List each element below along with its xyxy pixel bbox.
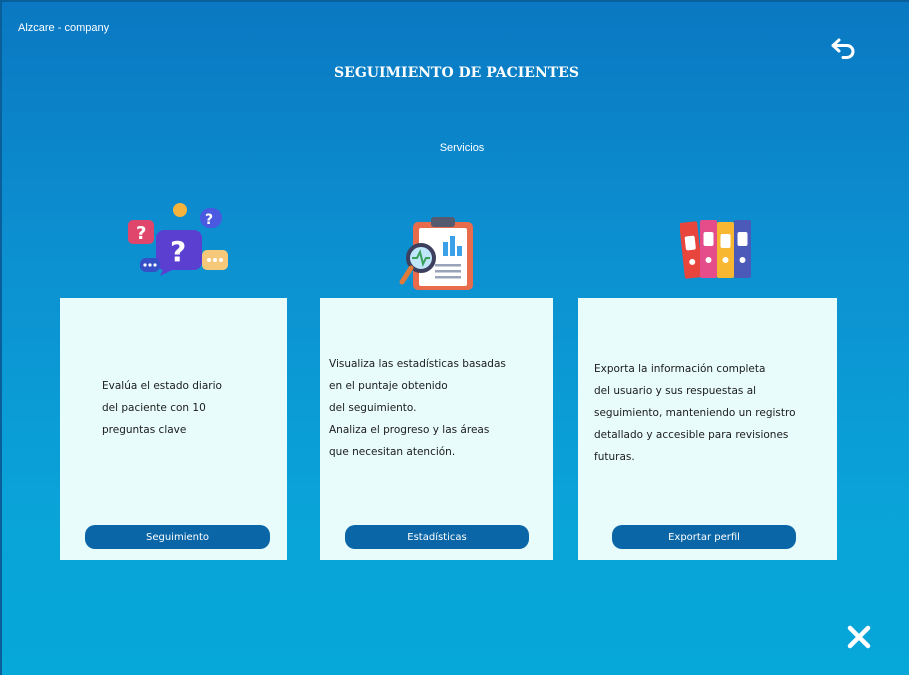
page-title: SEGUIMIENTO DE PACIENTES	[334, 65, 579, 81]
binders-icon	[680, 220, 751, 279]
card-estadisticas: Visualiza las estadísticas basadas en el…	[320, 298, 553, 560]
card-text-line: en el puntaje obtenido	[329, 380, 448, 392]
seguimiento-button[interactable]: Seguimiento	[85, 525, 270, 549]
card-description: Evalúa el estado diario del paciente con…	[102, 375, 222, 441]
card-text-line: Visualiza las estadísticas basadas	[329, 358, 506, 370]
svg-text:?: ?	[205, 212, 213, 228]
card-description: Visualiza las estadísticas basadas en el…	[329, 353, 506, 463]
card-text-line: del seguimiento.	[329, 402, 417, 414]
card-description: Exporta la información completa del usua…	[594, 358, 796, 468]
estadisticas-button[interactable]: Estadísticas	[345, 525, 529, 549]
card-text-line: del paciente con 10	[102, 402, 206, 414]
card-text-line: del usuario y sus respuestas al	[594, 385, 757, 397]
card-text-line: seguimiento, manteniendo un registro	[594, 407, 796, 419]
question-bubbles-icon: ? ? ?	[128, 203, 228, 276]
card-text-line: que necesitan atención.	[329, 446, 456, 458]
clipboard-chart-icon	[399, 217, 473, 290]
card-text-line: preguntas clave	[102, 424, 187, 436]
exportar-perfil-button[interactable]: Exportar perfil	[612, 525, 796, 549]
svg-text:?: ?	[170, 235, 186, 268]
card-text-line: detallado y accesible para revisiones	[594, 429, 789, 441]
card-seguimiento: Evalúa el estado diario del paciente con…	[60, 298, 287, 560]
card-text-line: Analiza el progreso y las áreas	[329, 424, 490, 436]
card-text-line: Evalúa el estado diario	[102, 380, 222, 392]
card-text-line: Exporta la información completa	[594, 363, 766, 375]
section-label: Servicios	[439, 142, 485, 154]
back-arrow-icon[interactable]	[830, 35, 858, 59]
app-window: Alzcare - company SEGUIMIENTO DE PACIENT…	[0, 0, 909, 675]
svg-text:?: ?	[136, 223, 146, 244]
card-text-line: futuras.	[594, 451, 635, 463]
close-icon[interactable]	[845, 623, 873, 651]
app-name: Alzcare - company	[18, 22, 110, 34]
card-exportar: Exporta la información completa del usua…	[578, 298, 837, 560]
